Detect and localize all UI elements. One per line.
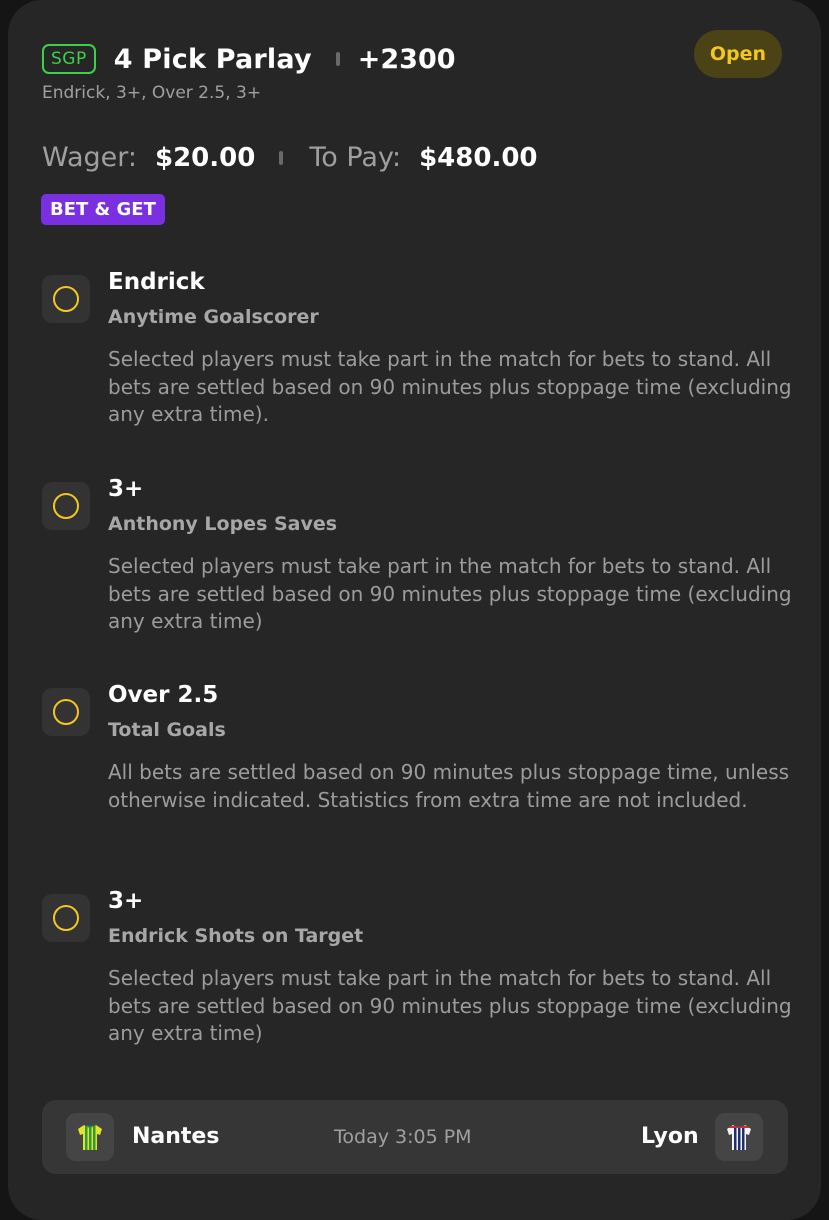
leg-market: Endrick Shots on Target — [108, 925, 364, 947]
bet-summary: Endrick, 3+, Over 2.5, 3+ — [42, 83, 262, 103]
leg-body: Endrick Anytime Goalscorer Selected play… — [108, 268, 798, 429]
leg-body: Over 2.5 Total Goals All bets are settle… — [108, 681, 798, 814]
leg-body: 3+ Endrick Shots on Target Selected play… — [108, 887, 798, 1048]
pending-status-icon — [42, 894, 90, 942]
leg-selection: 3+ — [108, 476, 144, 502]
leg-selection: 3+ — [108, 888, 144, 914]
home-team-name: Nantes — [132, 1124, 220, 1149]
wager-label: Wager: — [42, 142, 137, 173]
leg-selection: Endrick — [108, 269, 205, 295]
leg-rules: All bets are settled based on 90 minutes… — [108, 760, 790, 812]
leg-body: 3+ Anthony Lopes Saves Selected players … — [108, 475, 798, 636]
wager-value: $20.00 — [155, 143, 256, 173]
leg-selection: Over 2.5 — [108, 682, 219, 708]
pending-status-icon — [42, 275, 90, 323]
status-badge: Open — [693, 30, 782, 78]
bet-header: SGP 4 Pick Parlay +2300 Open Endrick, 3+… — [42, 30, 782, 103]
leg-rules: Selected players must take part in the m… — [108, 347, 792, 426]
sgp-badge: SGP — [42, 44, 96, 74]
jersey-white-navy-stripes-icon — [715, 1113, 763, 1161]
title-row: SGP 4 Pick Parlay +2300 — [42, 40, 782, 78]
leg-rules: Selected players must take part in the m… — [108, 966, 792, 1045]
bet-and-get-badge[interactable]: BET & GET — [41, 194, 165, 225]
wager-divider — [279, 150, 284, 165]
wager-row: Wager: $20.00 To Pay: $480.00 — [42, 142, 538, 173]
bet-odds: +2300 — [357, 43, 456, 75]
kickoff-time: Today 3:05 PM — [334, 1126, 472, 1148]
leg-market: Total Goals — [108, 719, 226, 741]
pending-status-icon — [42, 688, 90, 736]
title-divider — [335, 52, 340, 66]
bet-card[interactable]: SGP 4 Pick Parlay +2300 Open Endrick, 3+… — [8, 0, 821, 1220]
payout-label: To Pay: — [309, 142, 402, 173]
jersey-yellow-green-stripes-icon — [66, 1113, 114, 1161]
leg-market: Anytime Goalscorer — [108, 306, 319, 328]
bet-title: 4 Pick Parlay — [113, 43, 312, 75]
away-team-name: Lyon — [641, 1124, 699, 1149]
payout-value: $480.00 — [419, 143, 538, 173]
leg-rules: Selected players must take part in the m… — [108, 554, 792, 633]
leg-market: Anthony Lopes Saves — [108, 513, 338, 535]
pending-status-icon — [42, 482, 90, 530]
match-footer[interactable]: Nantes Today 3:05 PM Lyon — [42, 1100, 788, 1174]
